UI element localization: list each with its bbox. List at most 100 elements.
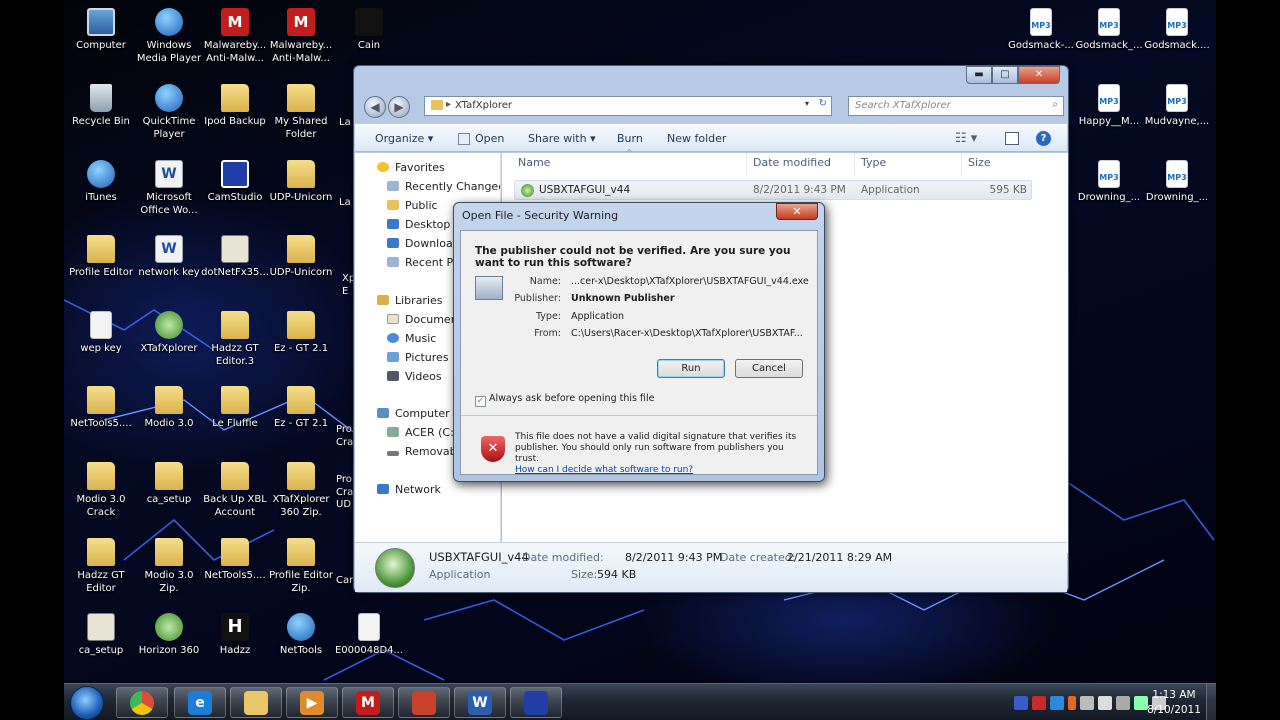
- desktop-icon-item[interactable]: XTafXplorer: [134, 305, 204, 375]
- column-separator[interactable]: [961, 153, 962, 175]
- desktop-icon-item[interactable]: ca_setup: [66, 607, 136, 677]
- tray-network-icon[interactable]: [1098, 696, 1112, 710]
- desktop-icon-item[interactable]: NetTools5....: [66, 380, 136, 450]
- desktop-icon-item[interactable]: Cain: [334, 2, 404, 72]
- column-separator[interactable]: [854, 153, 855, 175]
- taskbar-filezilla-button[interactable]: [398, 687, 450, 718]
- tray-app-icon[interactable]: [1050, 696, 1064, 710]
- desktop-icon-item[interactable]: MP3 Drowning_...: [1142, 154, 1212, 224]
- share-with-button[interactable]: Share with ▾: [528, 132, 596, 145]
- desktop-icon-item[interactable]: MP3 Godsmack_...: [1074, 2, 1144, 72]
- desktop-icon-item[interactable]: Profile Editor Zip.: [266, 532, 336, 602]
- desktop-icon-item[interactable]: Ez - GT 2.1: [266, 380, 336, 450]
- cancel-button[interactable]: Cancel: [735, 359, 803, 378]
- address-bar[interactable]: ▸ XTafXplorer ▾ ↻: [424, 96, 832, 116]
- nav-videos[interactable]: Videos: [387, 370, 442, 388]
- desktop-icon-item[interactable]: Ipod Backup: [200, 78, 270, 148]
- taskbar-media-player-button[interactable]: ▶: [286, 687, 338, 718]
- desktop-icon-item[interactable]: Back Up XBL Account: [200, 456, 270, 526]
- desktop-icon-item[interactable]: iTunes: [66, 154, 136, 224]
- nav-recently-changed[interactable]: Recently Changed: [387, 180, 500, 198]
- nav-recent-places[interactable]: Recent Pla: [387, 256, 463, 274]
- desktop-icon-item[interactable]: M Malwareby... Anti-Malw...: [200, 2, 270, 72]
- desktop-icon-item[interactable]: ca_setup: [134, 456, 204, 526]
- preview-pane-icon[interactable]: [1005, 132, 1019, 145]
- desktop-icon-item[interactable]: Le Fluffie: [200, 380, 270, 450]
- column-type[interactable]: Type: [861, 156, 886, 169]
- desktop-icon-item[interactable]: Windows Media Player: [134, 2, 204, 72]
- column-separator[interactable]: [746, 153, 747, 175]
- desktop-icon-item[interactable]: NetTools5....: [200, 532, 270, 602]
- desktop-icon-item[interactable]: E000048D4...: [334, 607, 404, 677]
- desktop-icon-item[interactable]: MP3 Godsmack-...: [1006, 2, 1076, 72]
- taskbar-chrome-button[interactable]: [116, 687, 168, 718]
- desktop-icon-item[interactable]: Profile Editor: [66, 229, 136, 299]
- taskbar-camstudio-button[interactable]: [510, 687, 562, 718]
- desktop-icon-item[interactable]: MP3 Drowning_...: [1074, 154, 1144, 224]
- nav-music[interactable]: Music: [387, 332, 436, 350]
- desktop-icon-item[interactable]: wep key: [66, 305, 136, 375]
- tray-flag-icon[interactable]: [1068, 696, 1076, 710]
- taskbar-word-button[interactable]: W: [454, 687, 506, 718]
- column-size[interactable]: Size: [968, 156, 991, 169]
- open-button[interactable]: Open: [475, 132, 504, 145]
- desktop-icon-item[interactable]: W Microsoft Office Wo...: [134, 154, 204, 224]
- desktop-icon-item[interactable]: dotNetFx35...: [200, 229, 270, 299]
- tray-app-icon[interactable]: [1032, 696, 1046, 710]
- tray-device-icon[interactable]: [1080, 696, 1094, 710]
- desktop-icon-item[interactable]: MP3 Godsmack....: [1142, 2, 1212, 72]
- help-icon[interactable]: ?: [1036, 131, 1051, 146]
- nav-desktop[interactable]: Desktop: [387, 218, 450, 236]
- start-button[interactable]: [70, 686, 104, 720]
- organize-button[interactable]: Organize ▾: [375, 132, 433, 145]
- file-row[interactable]: USBXTAFGUI_v44 8/2/2011 9:43 PM Applicat…: [514, 180, 1032, 200]
- desktop-icon-item[interactable]: Horizon 360: [134, 607, 204, 677]
- column-name[interactable]: Name: [518, 156, 550, 169]
- desktop-icon-item[interactable]: Computer: [66, 2, 136, 72]
- nav-public[interactable]: Public: [387, 199, 438, 217]
- desktop-icon-item[interactable]: Hadzz GT Editor: [66, 532, 136, 602]
- help-link[interactable]: How can I decide what software to run?: [515, 465, 693, 475]
- desktop-icon-item[interactable]: M Malwareby... Anti-Malw...: [266, 2, 336, 72]
- desktop-icon-item[interactable]: UDP-Unicorn: [266, 154, 336, 224]
- tray-battery-icon[interactable]: [1116, 696, 1130, 710]
- desktop-icon-item[interactable]: QuickTime Player: [134, 78, 204, 148]
- desktop-icon-item[interactable]: Hadzz GT Editor.3: [200, 305, 270, 375]
- show-desktop-button[interactable]: [1206, 684, 1216, 720]
- address-dropdown-icon[interactable]: ▾: [805, 99, 809, 108]
- checkbox-check-icon[interactable]: ✓: [475, 396, 486, 407]
- burn-button[interactable]: Burn: [617, 132, 643, 145]
- nav-pictures[interactable]: Pictures: [387, 351, 449, 369]
- desktop-icon-item[interactable]: My Shared Folder: [266, 78, 336, 148]
- desktop-icon-item[interactable]: Modio 3.0 Crack: [66, 456, 136, 526]
- desktop-icon-item[interactable]: UDP-Unicorn: [266, 229, 336, 299]
- view-options-icon[interactable]: ☷ ▾: [955, 131, 977, 146]
- search-input[interactable]: Search XTafXplorer ⌕: [848, 96, 1064, 116]
- clock[interactable]: 1:13 AM 8/10/2011: [1144, 688, 1204, 718]
- nav-removable[interactable]: Removabl: [387, 445, 460, 463]
- taskbar-internet-explorer-button[interactable]: e: [174, 687, 226, 718]
- column-date-modified[interactable]: Date modified: [753, 156, 831, 169]
- desktop-icon-item[interactable]: Ez - GT 2.1: [266, 305, 336, 375]
- desktop-icon-item[interactable]: Modio 3.0 Zip.: [134, 532, 204, 602]
- desktop-icon-item[interactable]: Wnetwork key: [134, 229, 204, 299]
- desktop-icon-item[interactable]: H Hadzz: [200, 607, 270, 677]
- nav-libraries[interactable]: Libraries: [377, 294, 443, 312]
- run-button[interactable]: Run: [657, 359, 725, 378]
- always-ask-checkbox[interactable]: ✓ Always ask before opening this file: [475, 393, 654, 407]
- nav-favorites[interactable]: Favorites: [377, 161, 445, 179]
- refresh-icon[interactable]: ↻: [819, 98, 827, 109]
- desktop-icon-item[interactable]: Recycle Bin: [66, 78, 136, 148]
- taskbar-explorer-button[interactable]: [230, 687, 282, 718]
- tray-app-icon[interactable]: [1014, 696, 1028, 710]
- desktop-icon-item[interactable]: XTafXplorer 360 Zip.: [266, 456, 336, 526]
- back-button[interactable]: ◀: [364, 96, 386, 118]
- dialog-close-button[interactable]: ✕: [776, 203, 818, 220]
- nav-acer-drive[interactable]: ACER (C:): [387, 426, 458, 444]
- close-button[interactable]: ✕: [1018, 66, 1060, 84]
- desktop-icon-item[interactable]: Modio 3.0: [134, 380, 204, 450]
- desktop-icon-item[interactable]: MP3 Happy__M...: [1074, 78, 1144, 148]
- nav-computer[interactable]: Computer: [377, 407, 450, 425]
- maximize-button[interactable]: □: [992, 66, 1018, 84]
- taskbar-malwarebytes-button[interactable]: M: [342, 687, 394, 718]
